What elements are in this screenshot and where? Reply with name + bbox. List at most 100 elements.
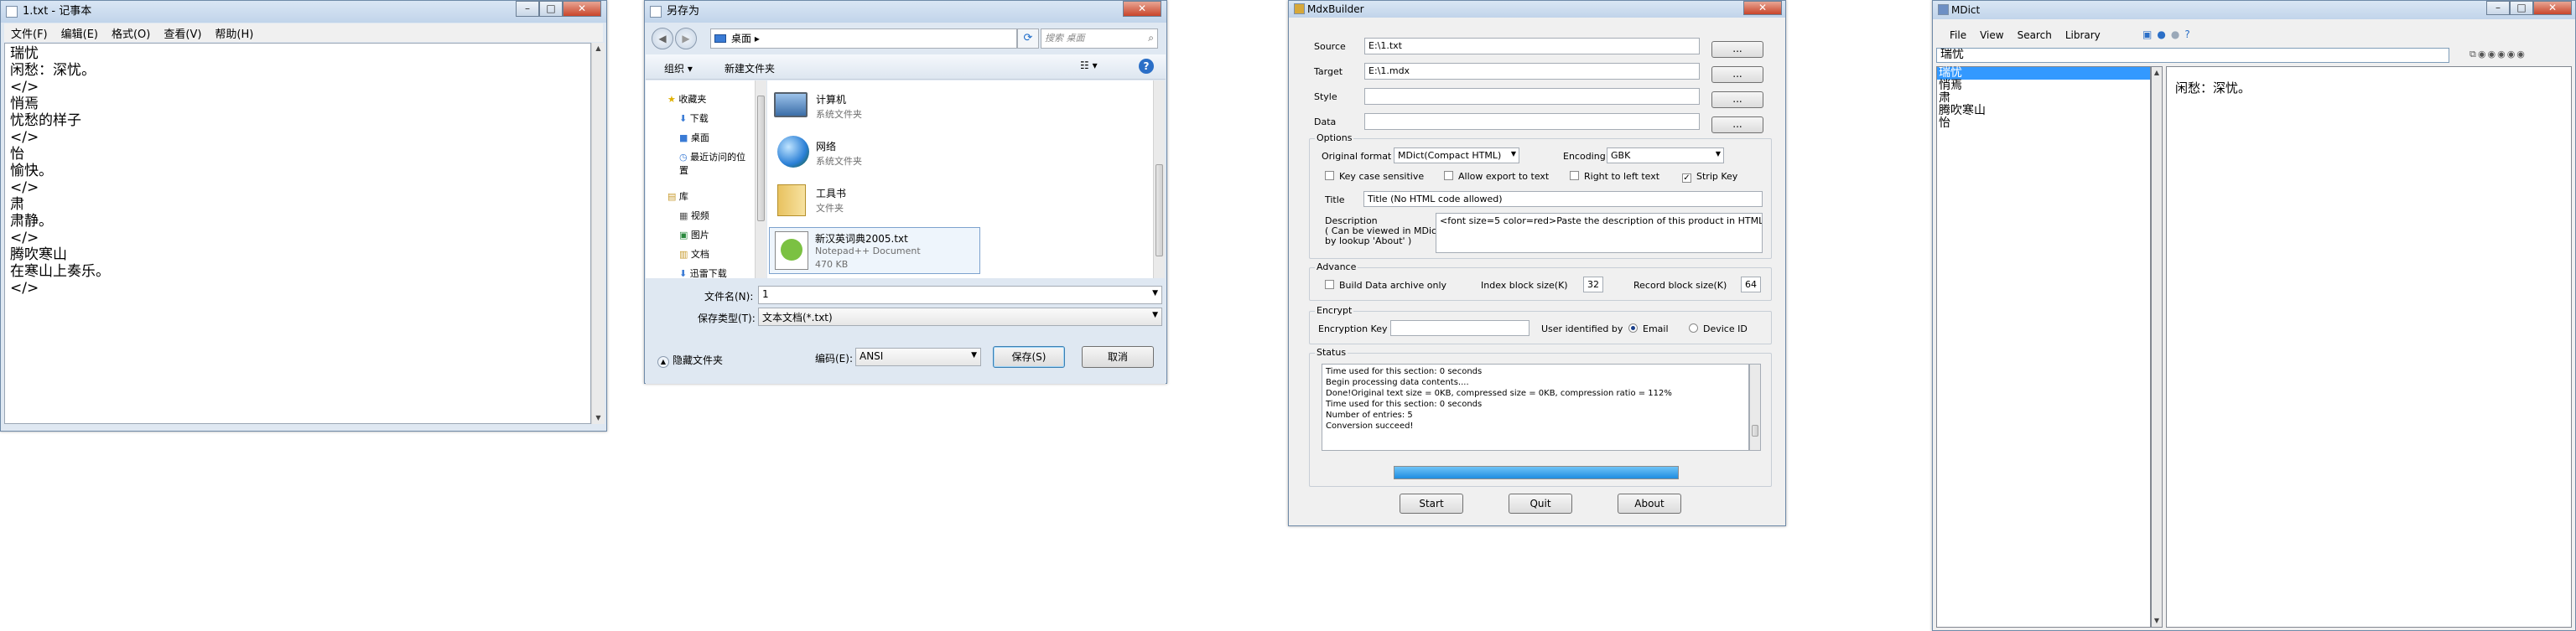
source-browse-button[interactable]: ... xyxy=(1711,41,1763,58)
list-item[interactable]: 悄焉 xyxy=(1937,80,2150,92)
filename-input[interactable]: 1 ▼ xyxy=(758,286,1162,304)
nav-scroll-thumb[interactable] xyxy=(757,96,765,221)
file-item[interactable]: 工具书 文件夹 xyxy=(771,183,963,221)
chevron-down-icon[interactable]: ▼ xyxy=(1152,311,1158,319)
chevron-down-icon[interactable]: ▼ xyxy=(1716,150,1721,158)
menu-search[interactable]: Search xyxy=(2011,29,2059,41)
chevron-down-icon[interactable]: ▼ xyxy=(1511,150,1516,158)
word-list-scrollbar[interactable]: ▲ ▼ xyxy=(2151,66,2163,628)
nav-item-documents[interactable]: ▥ 文档 xyxy=(679,247,709,261)
minimize-button[interactable]: – xyxy=(2486,1,2510,15)
allow-export-checkbox[interactable]: Allow export to text xyxy=(1444,171,1549,182)
rtl-checkbox[interactable]: Right to left text xyxy=(1570,171,1659,182)
data-browse-button[interactable]: ... xyxy=(1711,116,1763,133)
file-item[interactable]: 网络 系统文件夹 xyxy=(771,136,963,174)
maximize-button[interactable]: □ xyxy=(2510,1,2533,15)
list-item[interactable]: 腾吹寒山 xyxy=(1937,105,2150,117)
close-button[interactable]: ✕ xyxy=(1123,1,1161,17)
encryption-key-input[interactable] xyxy=(1390,320,1530,336)
address-bar[interactable]: 桌面 ▸ xyxy=(710,28,1017,49)
mdict-search-input[interactable]: 瑞忧 xyxy=(1936,48,2449,63)
file-item[interactable]: 计算机 系统文件夹 xyxy=(771,89,963,127)
nav-item-recent[interactable]: ◷ 最近访问的位置 xyxy=(679,150,755,177)
nav-item-pictures[interactable]: ▣ 图片 xyxy=(679,228,709,241)
refresh-button[interactable]: ⟳ xyxy=(1017,28,1039,49)
close-button[interactable]: ✕ xyxy=(2533,1,2572,15)
status-scrollbar[interactable] xyxy=(1749,364,1761,451)
menu-help[interactable]: 帮助(H) xyxy=(208,25,260,41)
search-input[interactable]: 搜索 桌面 ⌕ xyxy=(1041,28,1158,49)
mdict-titlebar[interactable]: MDict – □ ✕ xyxy=(1933,1,2575,19)
nav-item-videos[interactable]: ▦ 视频 xyxy=(679,209,709,222)
data-input[interactable] xyxy=(1364,113,1700,130)
scroll-up-icon[interactable]: ▲ xyxy=(592,43,605,54)
notepad-text-area[interactable]: 瑞忧 闲愁：深忧。 </> 悄焉 忧愁的样子 </> 怡 愉快。 </> 肃 肃… xyxy=(4,43,591,424)
last-icon[interactable]: ◉ xyxy=(2507,49,2516,60)
nav-item-libraries[interactable]: ▤ 库 xyxy=(667,189,688,203)
about-button[interactable]: About xyxy=(1618,494,1681,514)
back-button[interactable]: ◀ xyxy=(652,28,673,49)
forward-icon[interactable]: ● xyxy=(2171,28,2179,40)
maximize-button[interactable]: □ xyxy=(539,1,563,17)
prev-icon[interactable]: ◉ xyxy=(2487,49,2496,60)
back-icon[interactable]: ● xyxy=(2157,28,2165,40)
target-input[interactable]: E:\1.mdx xyxy=(1364,63,1700,80)
print-icon[interactable]: ◉ xyxy=(2516,49,2525,60)
email-radio[interactable]: Email xyxy=(1628,323,1669,334)
format-select[interactable]: MDict(Compact HTML) ▼ xyxy=(1394,147,1519,163)
hide-folders-button[interactable]: ▲ 隐藏文件夹 xyxy=(657,353,723,368)
nav-scrollbar[interactable] xyxy=(755,80,766,278)
copy-icon[interactable]: ⧉ xyxy=(2470,49,2476,60)
new-folder-button[interactable]: 新建文件夹 xyxy=(724,61,775,75)
style-input[interactable] xyxy=(1364,88,1700,105)
help-icon[interactable]: ? xyxy=(2184,28,2189,40)
source-input[interactable]: E:\1.txt xyxy=(1364,38,1700,54)
save-button[interactable]: 保存(S) xyxy=(993,346,1065,368)
menu-view[interactable]: 查看(V) xyxy=(157,25,208,41)
file-scrollbar[interactable] xyxy=(1153,80,1165,278)
mdxbuilder-titlebar[interactable]: MdxBuilder ✕ xyxy=(1289,1,1785,18)
nav-item-desktop[interactable]: ■ 桌面 xyxy=(679,131,709,144)
menu-format[interactable]: 格式(O) xyxy=(105,25,157,41)
chevron-down-icon[interactable]: ▼ xyxy=(1152,289,1158,297)
index-block-input[interactable]: 32 xyxy=(1583,277,1603,292)
style-browse-button[interactable]: ... xyxy=(1711,91,1763,108)
next-icon[interactable]: ◉ xyxy=(2497,49,2506,60)
build-archive-checkbox[interactable]: Build Data archive only xyxy=(1325,280,1446,291)
saveas-titlebar[interactable]: 另存为 ✕ xyxy=(645,1,1166,23)
organize-button[interactable]: 组织 ▾ xyxy=(664,61,693,75)
device-radio[interactable]: Device ID xyxy=(1689,323,1748,334)
nav-item-downloads[interactable]: ⬇ 下载 xyxy=(679,111,709,125)
file-item-selected[interactable]: 新汉英词典2005.txt Notepad++ Document 470 KB xyxy=(769,227,980,274)
dictionary-icon[interactable]: ▣ xyxy=(2142,28,2152,40)
nav-item-thunder[interactable]: ⬇ 迅雷下载 xyxy=(679,266,727,278)
first-icon[interactable]: ◉ xyxy=(2478,49,2486,60)
menu-file[interactable]: 文件(F) xyxy=(4,25,55,41)
close-button[interactable]: ✕ xyxy=(1743,1,1782,15)
record-block-input[interactable]: 64 xyxy=(1741,277,1761,292)
encoding-select[interactable]: GBK ▼ xyxy=(1607,147,1724,163)
start-button[interactable]: Start xyxy=(1400,494,1463,514)
help-icon[interactable]: ? xyxy=(1139,59,1154,74)
notepad-scrollbar[interactable]: ▲ ▼ xyxy=(591,43,605,424)
filetype-select[interactable]: 文本文档(*.txt) ▼ xyxy=(758,308,1162,326)
file-scroll-thumb[interactable] xyxy=(1156,164,1163,256)
quit-button[interactable]: Quit xyxy=(1509,494,1572,514)
title-input[interactable]: Title (No HTML code allowed) xyxy=(1363,191,1763,207)
list-item[interactable]: 肃 xyxy=(1937,92,2150,105)
target-browse-button[interactable]: ... xyxy=(1711,66,1763,83)
list-item[interactable]: 怡 xyxy=(1937,117,2150,130)
view-options-icon[interactable]: ☷ ▾ xyxy=(1080,59,1098,71)
cancel-button[interactable]: 取消 xyxy=(1082,346,1154,368)
notepad-titlebar[interactable]: 1.txt - 记事本 – □ ✕ xyxy=(1,1,606,23)
menu-library[interactable]: Library xyxy=(2059,29,2107,41)
minimize-button[interactable]: – xyxy=(516,1,539,17)
description-textarea[interactable]: <font size=5 color=red>Paste the descrip… xyxy=(1436,213,1763,253)
scroll-up-icon[interactable]: ▲ xyxy=(2152,67,2162,79)
strip-key-checkbox[interactable]: ✓ Strip Key xyxy=(1682,171,1737,183)
encoding-select[interactable]: ANSI ▼ xyxy=(855,348,981,366)
menu-view[interactable]: View xyxy=(1973,29,2010,41)
forward-button[interactable]: ▶ xyxy=(675,28,697,49)
nav-item-favorites[interactable]: ★ 收藏夹 xyxy=(667,92,706,106)
close-button[interactable]: ✕ xyxy=(563,1,601,17)
